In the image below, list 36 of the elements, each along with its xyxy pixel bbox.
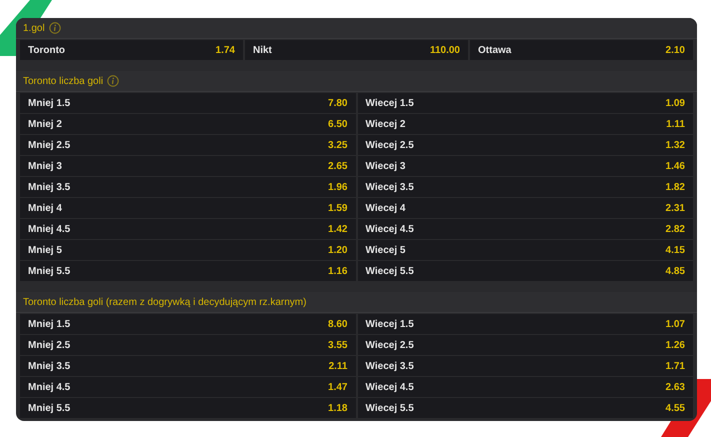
- odds-cell[interactable]: Mniej 2.5 3.25: [20, 135, 356, 155]
- odds-cell[interactable]: Mniej 4 1.59: [20, 198, 356, 218]
- odds-cell[interactable]: Wiecej 3.5 1.82: [358, 177, 693, 197]
- odds-cell[interactable]: Wiecej 2.5 1.32: [358, 135, 693, 155]
- odds-cell[interactable]: Mniej 2.5 3.55: [20, 335, 356, 355]
- odds-cell[interactable]: Mniej 5.5 1.18: [20, 398, 356, 418]
- odds-cell[interactable]: Wiecej 1.5 1.07: [358, 314, 693, 334]
- odds-cell[interactable]: Mniej 4.5 1.42: [20, 219, 356, 239]
- odds-cell[interactable]: Wiecej 4 2.31: [358, 198, 693, 218]
- info-icon[interactable]: [48, 22, 61, 34]
- odds-cell[interactable]: Mniej 3.5 2.11: [20, 356, 356, 376]
- odds-cell[interactable]: Mniej 1.5 8.60: [20, 314, 356, 334]
- odds-cell[interactable]: Mniej 1.5 7.80: [20, 93, 356, 113]
- odds-cell[interactable]: Wiecej 3.5 1.71: [358, 356, 693, 376]
- odds-cell[interactable]: Wiecej 2 1.11: [358, 114, 693, 134]
- odds-cell[interactable]: Wiecej 4.5 2.63: [358, 377, 693, 397]
- odds-cell[interactable]: Nikt 110.00: [245, 40, 468, 60]
- info-icon[interactable]: [107, 75, 120, 87]
- odds-cell[interactable]: Mniej 5 1.20: [20, 240, 356, 260]
- odds-cell[interactable]: Wiecej 3 1.46: [358, 156, 693, 176]
- odds-cell[interactable]: Mniej 4.5 1.47: [20, 377, 356, 397]
- odds-cell[interactable]: Wiecej 4.5 2.82: [358, 219, 693, 239]
- odds-cell[interactable]: Mniej 2 6.50: [20, 114, 356, 134]
- section-title: Toronto liczba goli: [23, 74, 104, 88]
- odds-cell[interactable]: Mniej 5.5 1.16: [20, 261, 356, 281]
- odds-cell[interactable]: Wiecej 2.5 1.26: [358, 335, 693, 355]
- odds-cell[interactable]: Wiecej 5.5 4.85: [358, 261, 693, 281]
- section-title: 1.gol: [23, 22, 45, 36]
- odds-cell[interactable]: Ottawa 2.10: [470, 40, 693, 60]
- odds-cell[interactable]: Wiecej 5.5 4.55: [358, 398, 693, 418]
- odds-cell[interactable]: Mniej 3.5 1.96: [20, 177, 356, 197]
- odds-cell[interactable]: Toronto 1.74: [20, 40, 243, 60]
- odds-cell[interactable]: Wiecej 5 4.15: [358, 240, 693, 260]
- section-title: Toronto liczba goli (razem z dogrywką i decydującym rz.karnym): [23, 296, 306, 310]
- odds-cell[interactable]: Mniej 3 2.65: [20, 156, 356, 176]
- odds-cell[interactable]: Wiecej 1.5 1.09: [358, 93, 693, 113]
